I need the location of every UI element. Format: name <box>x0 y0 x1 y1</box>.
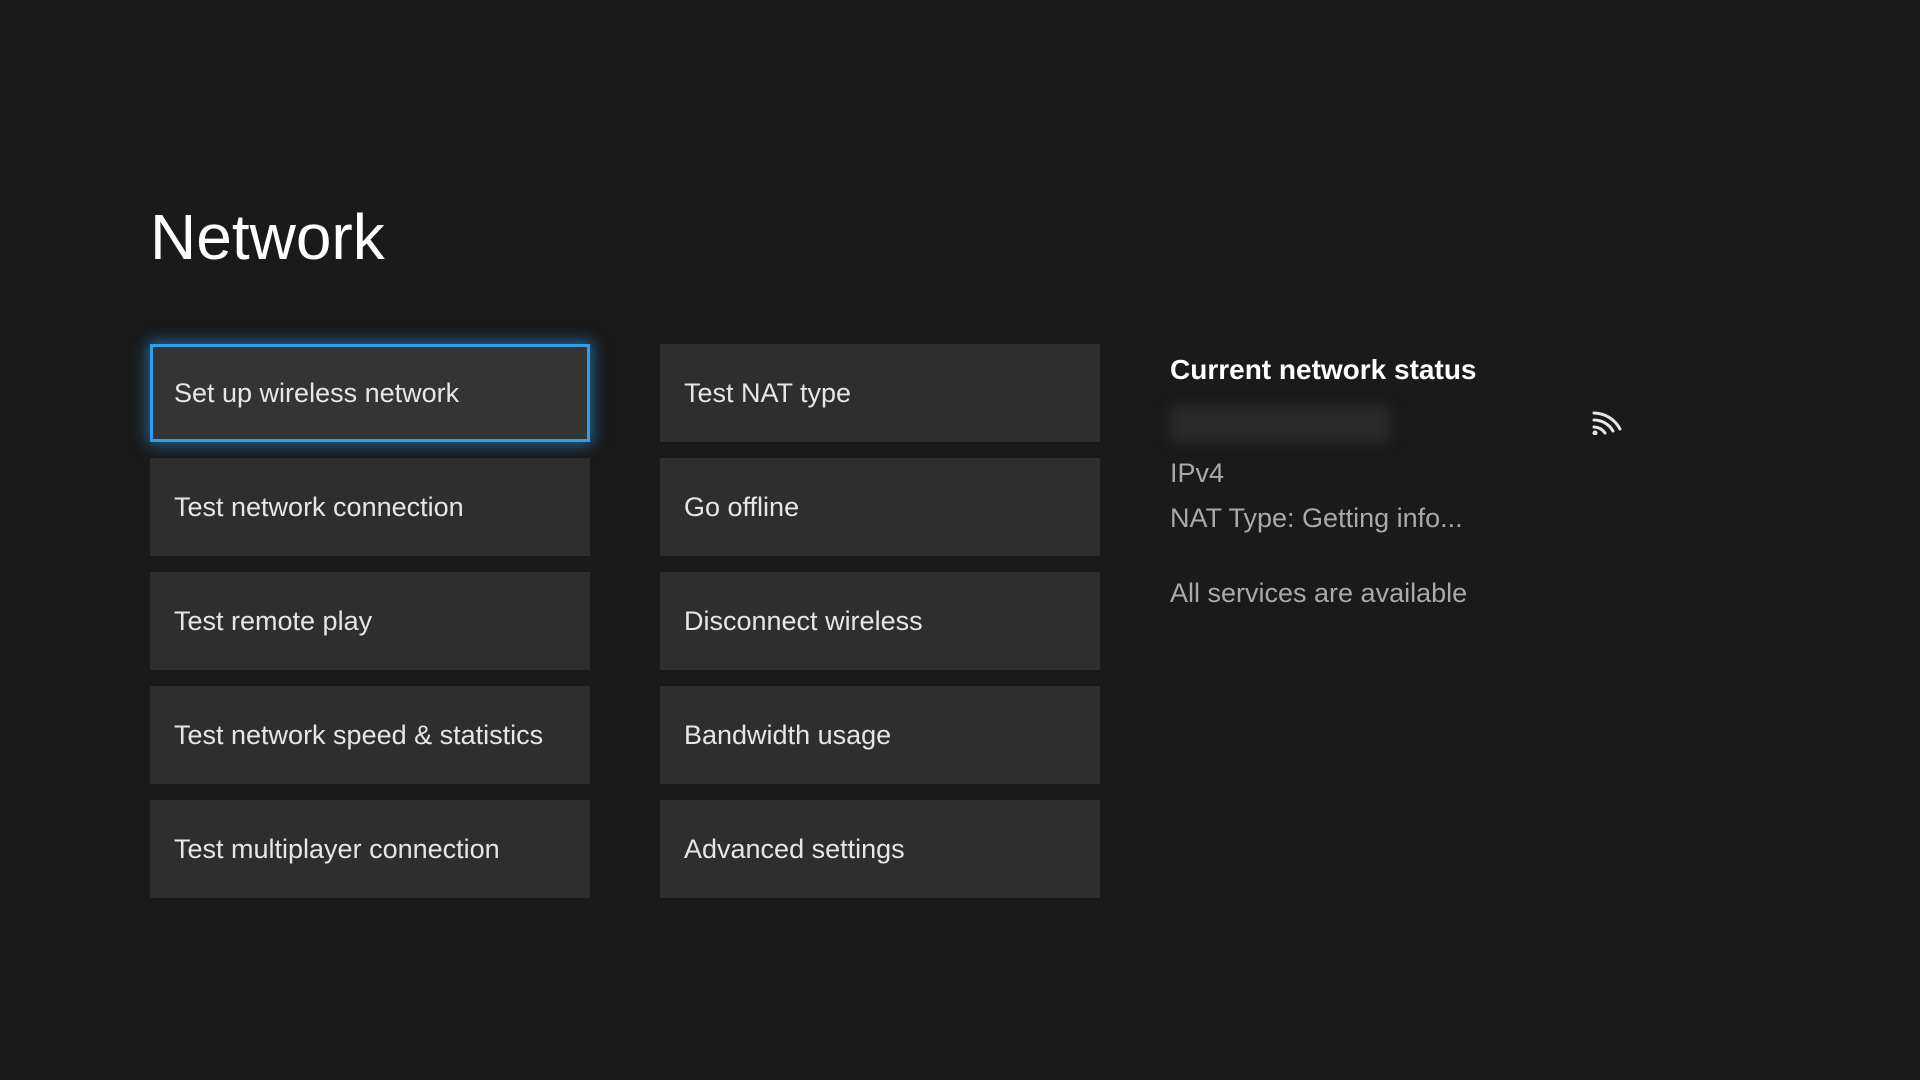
test-network-speed-button[interactable]: Test network speed & statistics <box>150 686 590 784</box>
menu-label: Test network connection <box>174 492 464 523</box>
wifi-icon <box>1590 409 1624 440</box>
advanced-settings-button[interactable]: Advanced settings <box>660 800 1100 898</box>
network-ssid-row <box>1170 406 1630 442</box>
network-settings-container: Network Set up wireless network Test net… <box>0 0 1920 898</box>
test-multiplayer-connection-button[interactable]: Test multiplayer connection <box>150 800 590 898</box>
test-network-connection-button[interactable]: Test network connection <box>150 458 590 556</box>
menu-label: Test network speed & statistics <box>174 720 543 751</box>
status-heading: Current network status <box>1170 354 1630 386</box>
menu-label: Advanced settings <box>684 834 905 865</box>
test-remote-play-button[interactable]: Test remote play <box>150 572 590 670</box>
page-title: Network <box>150 200 1770 274</box>
menu-label: Set up wireless network <box>174 378 459 409</box>
bandwidth-usage-button[interactable]: Bandwidth usage <box>660 686 1100 784</box>
setup-wireless-network-button[interactable]: Set up wireless network <box>150 344 590 442</box>
nat-type-label: NAT Type: Getting info... <box>1170 503 1630 534</box>
go-offline-button[interactable]: Go offline <box>660 458 1100 556</box>
menu-label: Test NAT type <box>684 378 851 409</box>
disconnect-wireless-button[interactable]: Disconnect wireless <box>660 572 1100 670</box>
menu-column-1: Set up wireless network Test network con… <box>150 344 590 898</box>
network-ssid-redacted <box>1170 406 1390 442</box>
menu-columns: Set up wireless network Test network con… <box>150 344 1100 898</box>
ip-version-label: IPv4 <box>1170 458 1630 489</box>
menu-label: Bandwidth usage <box>684 720 891 751</box>
menu-label: Go offline <box>684 492 799 523</box>
services-status-label: All services are available <box>1170 578 1630 609</box>
main-content: Set up wireless network Test network con… <box>150 344 1770 898</box>
menu-label: Test multiplayer connection <box>174 834 500 865</box>
menu-label: Test remote play <box>174 606 372 637</box>
status-panel: Current network status IPv4 NAT Type: Ge… <box>1170 344 1630 898</box>
menu-label: Disconnect wireless <box>684 606 923 637</box>
menu-column-2: Test NAT type Go offline Disconnect wire… <box>660 344 1100 898</box>
test-nat-type-button[interactable]: Test NAT type <box>660 344 1100 442</box>
